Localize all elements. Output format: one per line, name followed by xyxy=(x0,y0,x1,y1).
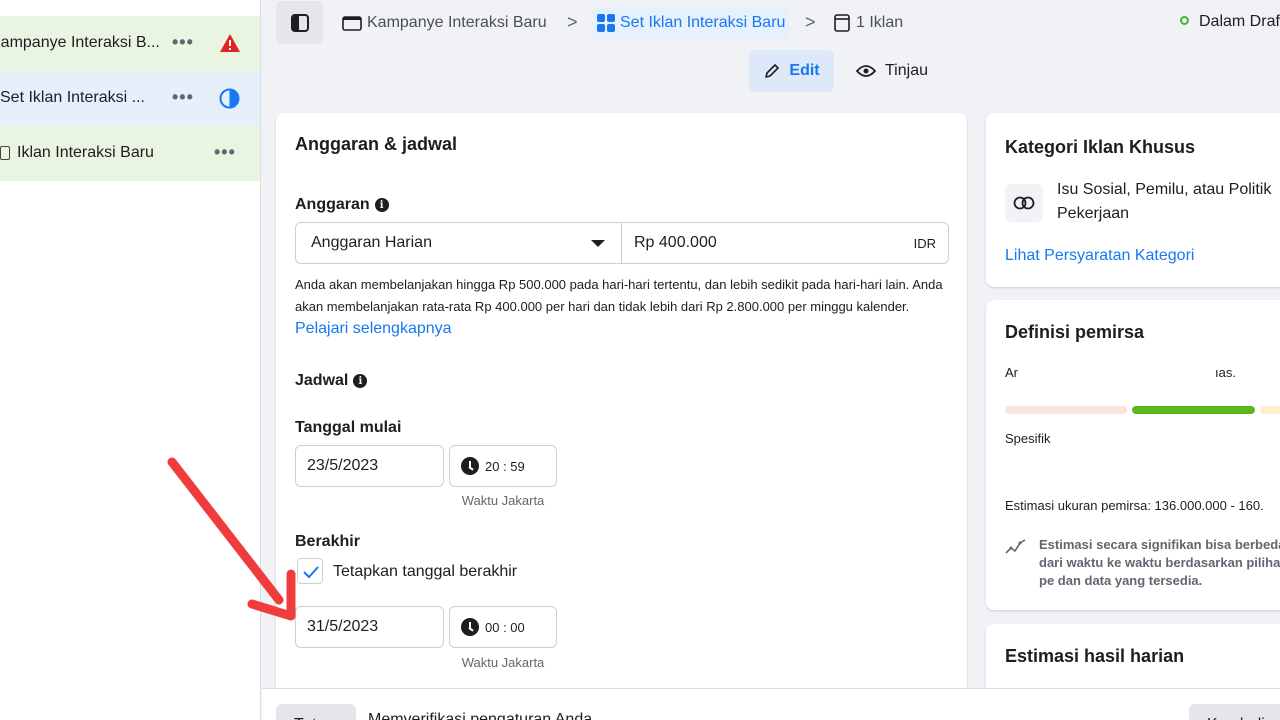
view-category-requirements-link[interactable]: Lihat Persyaratan Kategori xyxy=(1005,247,1194,265)
folder-icon xyxy=(342,16,362,31)
more-options-icon[interactable]: ••• xyxy=(214,142,236,163)
rings-icon xyxy=(1013,196,1035,210)
breadcrumb-ads[interactable]: 1 Iklan xyxy=(834,7,903,39)
start-date-input[interactable]: 23/5/2023 xyxy=(295,445,444,487)
start-date-value: 23/5/2023 xyxy=(307,457,379,474)
audience-meter-broad xyxy=(1005,406,1127,414)
document-icon xyxy=(0,146,10,160)
half-circle-icon xyxy=(219,88,240,109)
budget-amount-value: Rp 400.000 xyxy=(634,234,717,251)
budget-label-text: Anggaran xyxy=(295,196,370,213)
start-date-label: Tanggal mulai xyxy=(295,419,402,436)
pencil-icon xyxy=(765,64,780,78)
special-category-title: Kategori Iklan Khusus xyxy=(1005,137,1196,157)
sidebar-item-label: Set Iklan Interaksi ... xyxy=(0,89,145,106)
status-badge: Dalam Draf xyxy=(1180,13,1280,31)
sidebar-item-adset[interactable]: Set Iklan Interaksi ... ••• xyxy=(0,71,260,126)
sidebar-item-label: Kampanye Interaksi B... xyxy=(0,34,160,51)
currency-label: IDR xyxy=(913,235,936,251)
special-category-item: Pekerjaan xyxy=(1057,205,1130,222)
breadcrumb-separator: > xyxy=(567,12,578,32)
clock-icon xyxy=(461,457,479,475)
budget-type-value: Anggaran Harian xyxy=(311,234,432,251)
schedule-label-text: Jadwal xyxy=(295,372,349,389)
audience-size-estimate: Estimasi ukuran pemirsa: 136.000.000 - 1… xyxy=(1005,498,1264,513)
breadcrumb-ads-label: 1 Iklan xyxy=(856,14,904,31)
end-date-checkbox[interactable] xyxy=(297,558,323,584)
clock-icon xyxy=(461,618,479,636)
breadcrumb-adset[interactable]: Set Iklan Interaksi Baru xyxy=(592,7,790,39)
sidebar-item-label: Iklan Interaksi Baru xyxy=(17,144,154,161)
rings-icon-box xyxy=(1005,184,1043,222)
learn-more-link[interactable]: Pelajari selengkapnya xyxy=(295,320,452,337)
special-category-item: Isu Sosial, Pemilu, atau Politik xyxy=(1057,181,1272,198)
edit-mode-button[interactable]: Edit xyxy=(749,50,834,92)
info-icon[interactable]: i xyxy=(353,374,368,388)
budget-schedule-title: Anggaran & jadwal xyxy=(295,134,458,154)
audience-description-start: Ar xyxy=(1005,365,1018,380)
sidebar-toggle-button[interactable] xyxy=(276,1,323,44)
end-time-value: 00 : 00 xyxy=(485,619,525,635)
schedule-label: Jadwal i xyxy=(295,372,368,390)
special-category-card: Kategori Iklan Khusus Isu Sosial, Pemilu… xyxy=(986,113,1280,287)
budget-description-text: Anda akan membelanjakan hingga Rp 500.00… xyxy=(295,277,943,314)
sidebar-item-campaign[interactable]: Kampanye Interaksi B... ••• xyxy=(0,16,260,71)
audience-estimate-note: Estimasi secara signifikan bisa berbeda … xyxy=(1039,537,1280,588)
edit-mode-label: Edit xyxy=(789,62,820,79)
end-date-value: 31/5/2023 xyxy=(307,618,379,635)
audience-meter-defined xyxy=(1132,406,1255,414)
budget-amount-input[interactable]: Rp 400.000 IDR xyxy=(622,222,949,264)
footer-bar: Tutup Memverifikasi pengaturan Anda... K… xyxy=(262,688,1280,720)
breadcrumb-campaign-label: Kampanye Interaksi Baru xyxy=(367,14,547,31)
close-button[interactable]: Tutup xyxy=(276,704,356,720)
ad-document-icon xyxy=(834,14,850,32)
end-date-input[interactable]: 31/5/2023 xyxy=(295,606,444,648)
audience-description-end: ıas. xyxy=(1215,365,1236,380)
start-time-input[interactable]: 20 : 59 xyxy=(449,445,557,487)
warning-icon xyxy=(220,34,240,52)
review-mode-button[interactable]: Tinjau xyxy=(856,50,946,92)
start-timezone-label: Waktu Jakarta xyxy=(461,493,545,508)
sidebar-toggle-icon xyxy=(290,13,309,32)
review-mode-label: Tinjau xyxy=(885,62,928,79)
breadcrumb-campaign[interactable]: Kampanye Interaksi Baru xyxy=(342,7,547,39)
more-options-icon[interactable]: ••• xyxy=(172,32,194,53)
sidebar-item-ad[interactable]: Iklan Interaksi Baru ••• xyxy=(0,126,260,181)
budget-description: Anda akan membelanjakan hingga Rp 500.00… xyxy=(295,274,945,340)
trend-icon xyxy=(1005,539,1026,554)
more-options-icon[interactable]: ••• xyxy=(172,87,194,108)
grid-icon xyxy=(597,14,615,32)
audience-definition-title: Definisi pemirsa xyxy=(1005,322,1145,342)
end-date-checkbox-label[interactable]: Tetapkan tanggal berakhir xyxy=(333,563,517,581)
status-label: Dalam Draf xyxy=(1199,13,1280,30)
audience-specific-label: Spesifik xyxy=(1005,431,1051,446)
budget-label: Anggaran i xyxy=(295,196,389,214)
breadcrumb-separator: > xyxy=(805,12,816,32)
verification-status: Memverifikasi pengaturan Anda... xyxy=(368,711,605,720)
audience-meter-specific xyxy=(1260,406,1280,414)
audience-definition-card: Definisi pemirsa Ar ıas. Spesifik Estima… xyxy=(986,300,1280,610)
info-icon[interactable]: i xyxy=(374,198,389,212)
verify-text: Memverifikasi pengaturan Anda... xyxy=(368,711,606,720)
sidebar: Kampanye Interaksi B... ••• Set Iklan In… xyxy=(0,0,261,720)
checkmark-icon xyxy=(303,566,319,579)
daily-results-title: Estimasi hasil harian xyxy=(1005,646,1185,666)
top-bar: Kampanye Interaksi Baru > Set Iklan Inte… xyxy=(262,0,1280,100)
budget-type-select[interactable]: Anggaran Harian xyxy=(295,222,622,264)
end-label: Berakhir xyxy=(295,533,360,550)
end-time-input[interactable]: 00 : 00 xyxy=(449,606,557,648)
eye-icon xyxy=(856,65,876,77)
caret-down-icon xyxy=(591,240,605,247)
start-time-value: 20 : 59 xyxy=(485,458,525,474)
back-button[interactable]: Kembali xyxy=(1189,704,1280,720)
end-timezone-label: Waktu Jakarta xyxy=(461,655,545,670)
budget-schedule-card: Anggaran & jadwal Anggaran i Anggaran Ha… xyxy=(276,113,967,703)
status-dot-icon xyxy=(1180,16,1189,25)
breadcrumb-adset-label: Set Iklan Interaksi Baru xyxy=(620,14,786,31)
